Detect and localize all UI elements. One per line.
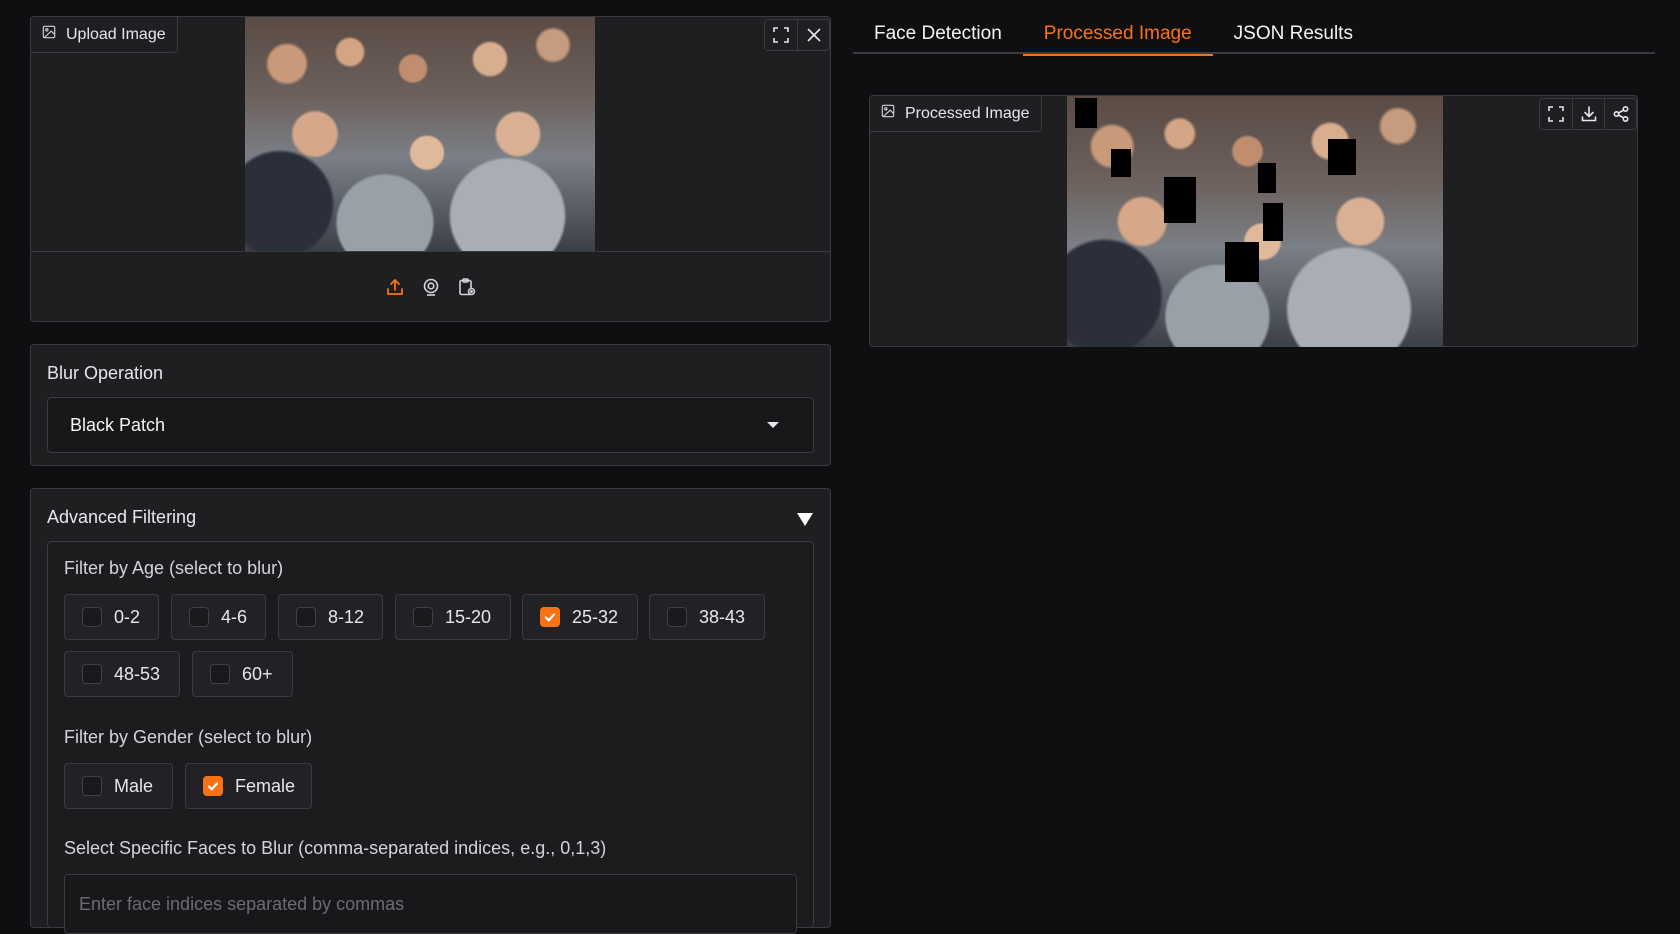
share-icon[interactable] [1604,99,1636,129]
tab-face-detection[interactable]: Face Detection [853,14,1023,54]
black-patch [1328,139,1356,175]
age-option-label: 4-6 [221,606,248,627]
age-option-38-43[interactable]: 38-43 [649,594,765,640]
checkbox[interactable] [82,664,102,684]
upload-image-label-text: Upload Image [66,25,166,43]
checkbox[interactable] [210,664,230,684]
image-icon [42,25,56,44]
checkbox[interactable] [667,607,687,627]
black-patch [1263,203,1283,241]
black-patch [1225,242,1259,282]
webcam-icon[interactable] [420,276,442,298]
age-option-label: 48-53 [114,663,161,684]
advanced-filtering-title[interactable]: Advanced Filtering [47,507,196,528]
age-option-8-12[interactable]: 8-12 [278,594,383,640]
processed-image-label: Processed Image [870,96,1042,132]
tab-json-results[interactable]: JSON Results [1213,14,1374,54]
fullscreen-icon[interactable] [765,20,797,50]
face-indices-placeholder: Enter face indices separated by commas [79,893,405,914]
age-option-label: 15-20 [445,606,492,627]
age-option-15-20[interactable]: 15-20 [395,594,511,640]
fullscreen-icon[interactable] [1540,99,1572,129]
checkbox[interactable] [189,607,209,627]
collapse-triangle-icon[interactable] [797,513,813,526]
gender-option-label: Female [235,775,296,796]
processed-image-panel: Processed Image [869,95,1638,347]
blur-operation-selected: Black Patch [70,414,166,435]
chevron-down-icon [767,422,779,428]
age-option-label: 0-2 [114,606,141,627]
faces-filter-label: Select Specific Faces to Blur (comma-sep… [64,838,607,858]
upload-image-panel[interactable]: Upload Image [30,16,831,322]
blur-operation-panel: Blur Operation Black Patch [30,344,831,466]
age-option-0-2[interactable]: 0-2 [64,594,159,640]
download-icon[interactable] [1572,99,1604,129]
black-patch [1258,163,1276,193]
checkbox[interactable] [413,607,433,627]
advanced-filtering-panel: Advanced Filtering Filter by Age (select… [30,488,831,934]
checkbox-checked[interactable] [540,607,560,627]
black-patch [1075,98,1097,128]
checkbox[interactable] [82,607,102,627]
image-icon [881,104,895,123]
black-patch [1164,177,1196,223]
blur-operation-label: Blur Operation [47,363,164,383]
gender-filter-label: Filter by Gender (select to blur) [64,727,313,747]
blur-operation-dropdown[interactable]: Black Patch [47,397,814,453]
age-filter-label: Filter by Age (select to blur) [64,558,284,578]
result-tabs: Face Detection Processed Image JSON Resu… [853,14,1655,56]
age-option-4-6[interactable]: 4-6 [171,594,266,640]
processed-photo [1067,96,1443,347]
checkbox[interactable] [296,607,316,627]
upload-image-toolbar [764,19,830,51]
age-option-25-32[interactable]: 25-32 [522,594,638,640]
gender-option-female[interactable]: Female [185,763,312,809]
age-option-label: 38-43 [699,606,746,627]
age-option-label: 25-32 [572,606,619,627]
face-indices-input[interactable]: Enter face indices separated by commas [64,874,797,934]
upload-icon[interactable] [384,276,406,298]
checkbox-checked[interactable] [203,776,223,796]
image-source-bar [31,251,830,321]
age-option-label: 60+ [242,663,273,684]
black-patch [1111,149,1131,177]
clipboard-icon[interactable] [456,276,478,298]
processed-image-label-text: Processed Image [905,104,1030,122]
gender-option-label: Male [114,775,154,796]
uploaded-photo [245,17,595,251]
tab-processed-image[interactable]: Processed Image [1022,14,1213,56]
age-option-48-53[interactable]: 48-53 [64,651,180,697]
close-icon[interactable] [797,20,829,50]
age-option-60-plus[interactable]: 60+ [192,651,293,697]
upload-image-label: Upload Image [31,17,178,53]
gender-option-male[interactable]: Male [64,763,173,809]
checkbox[interactable] [82,776,102,796]
advanced-filtering-body: Filter by Age (select to blur) 0-2 4-6 8… [47,541,814,934]
age-option-label: 8-12 [328,606,365,627]
processed-image-toolbar [1539,98,1637,130]
